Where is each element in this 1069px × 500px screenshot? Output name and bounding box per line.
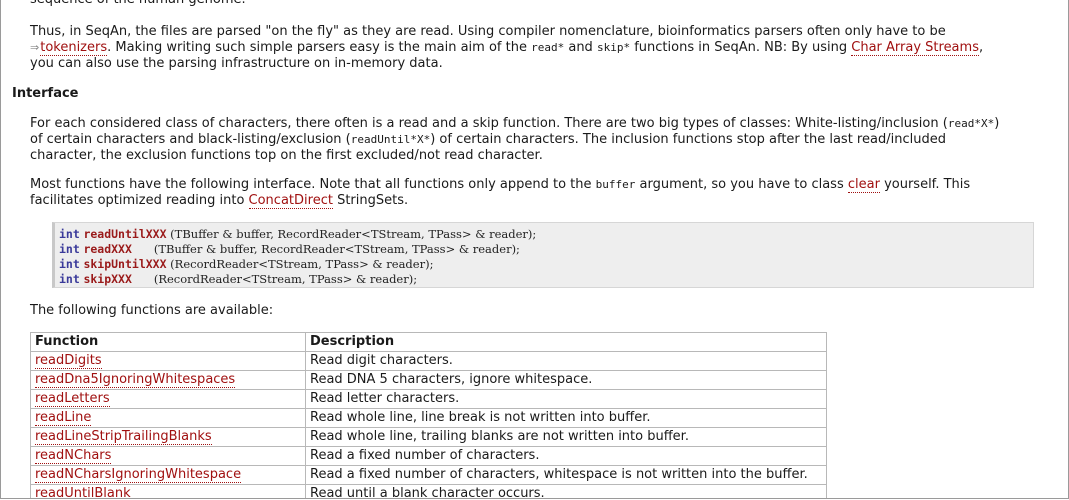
code-function-name: readUntilXXX	[83, 227, 167, 241]
link-char-array-streams[interactable]: Char Array Streams	[851, 40, 979, 56]
link-clear[interactable]: clear	[847, 177, 880, 193]
paragraph-text: yourself. This	[879, 177, 971, 192]
paragraph-text: StringSets.	[332, 193, 409, 208]
table-row: readNChars Read a fixed number of charac…	[30, 446, 827, 466]
code-function-name: readXXX	[83, 242, 132, 256]
paragraph-text: . Making writing such simple parsers eas…	[107, 40, 532, 55]
table-row: readUntilBlank Read until a blank charac…	[30, 484, 827, 498]
description-cell: Read whole line, trailing blanks are not…	[305, 427, 827, 447]
paragraph-text: Thus, in SeqAn, the files are parsed "on…	[30, 24, 946, 39]
paragraph-text: functions in SeqAn. NB: By using	[630, 40, 852, 55]
function-link[interactable]: readDigits	[35, 353, 102, 369]
description-cell: Read a fixed number of characters, white…	[305, 465, 827, 485]
column-header-function: Function	[30, 332, 306, 352]
code-line: int readXXX (TBuffer & buffer, RecordRea…	[59, 242, 1033, 257]
table-row: readDna5IgnoringWhitespaces Read DNA 5 c…	[30, 370, 827, 390]
paragraph-text: character, the exclusion functions top o…	[30, 148, 543, 163]
document-frame: sequence of the human genome. Thus, in S…	[0, 0, 1069, 499]
function-cell: readUntilBlank	[30, 484, 306, 498]
paragraph-text: you can also use the parsing infrastruct…	[30, 56, 443, 71]
functions-table: Function Description readDigits Read dig…	[30, 332, 827, 498]
code-keyword: int	[59, 227, 80, 241]
column-header-description: Description	[305, 332, 827, 352]
paragraph-text: For each considered class of characters,…	[30, 116, 948, 131]
paragraph-text: and	[564, 40, 597, 55]
paragraph-parsing-intro: Thus, in SeqAn, the files are parsed "on…	[30, 24, 1060, 72]
description-cell: Read letter characters.	[305, 389, 827, 409]
link-tokenizers[interactable]: tokenizers	[40, 40, 108, 56]
function-link[interactable]: readDna5IgnoringWhitespaces	[35, 372, 236, 388]
code-signature: (TBuffer & buffer, RecordReader<TStream,…	[131, 242, 520, 256]
function-link[interactable]: readNCharsIgnoringWhitespace	[35, 467, 242, 483]
paragraph-functions-available: The following functions are available:	[30, 303, 274, 318]
paragraph-text: Most functions have the following interf…	[30, 177, 596, 192]
description-cell: Read until a blank character occurs.	[305, 484, 827, 498]
inline-code: skip*	[596, 41, 631, 54]
code-line: int skipUntilXXX (RecordReader<TStream, …	[59, 257, 1033, 272]
function-cell: readLine	[30, 408, 306, 428]
table-row: readDigits Read digit characters.	[30, 351, 827, 371]
section-heading-interface: Interface	[12, 86, 79, 101]
code-function-name: skipUntilXXX	[83, 257, 167, 271]
paragraph-text: argument, so you have to class	[635, 177, 848, 192]
link-concat-direct[interactable]: ConcatDirect	[248, 193, 333, 209]
inline-code: readUntil*X*	[350, 133, 431, 146]
function-cell: readLineStripTrailingBlanks	[30, 427, 306, 447]
function-cell: readNChars	[30, 446, 306, 466]
paragraph-text: facilitates optimized reading into	[30, 193, 249, 208]
description-cell: Read DNA 5 characters, ignore whitespace…	[305, 370, 827, 390]
paragraph-class-types: For each considered class of characters,…	[30, 116, 1060, 164]
table-header-row: Function Description	[30, 332, 827, 352]
function-cell: readLetters	[30, 389, 306, 409]
external-link-icon: ⇒	[30, 41, 40, 54]
code-signature: (RecordReader<TStream, TPass> & reader);	[166, 257, 434, 271]
function-link[interactable]: readLine	[35, 410, 92, 426]
code-signature: (TBuffer & buffer, RecordReader<TStream,…	[166, 227, 537, 241]
description-cell: Read whole line, line break is not writt…	[305, 408, 827, 428]
description-cell: Read digit characters.	[305, 351, 827, 371]
function-cell: readNCharsIgnoringWhitespace	[30, 465, 306, 485]
table-row: readNCharsIgnoringWhitespace Read a fixe…	[30, 465, 827, 485]
paragraph-text: )	[994, 116, 1000, 131]
inline-code: read*X*	[947, 117, 995, 130]
top-fragment-text: sequence of the human genome.	[30, 0, 246, 8]
table-row: readLine Read whole line, line break is …	[30, 408, 827, 428]
table-row: readLetters Read letter characters.	[30, 389, 827, 409]
paragraph-text: of certain characters and black-listing/…	[30, 132, 351, 147]
function-link[interactable]: readLineStripTrailingBlanks	[35, 429, 212, 445]
code-function-name: skipXXX	[83, 272, 132, 286]
code-block: int readUntilXXX (TBuffer & buffer, Reco…	[52, 222, 1034, 288]
code-line: int readUntilXXX (TBuffer & buffer, Reco…	[59, 227, 1033, 242]
code-keyword: int	[59, 242, 80, 256]
paragraph-function-interface: Most functions have the following interf…	[30, 177, 1060, 209]
function-link[interactable]: readNChars	[35, 448, 112, 464]
function-link[interactable]: readUntilBlank	[35, 486, 131, 498]
code-keyword: int	[59, 272, 80, 286]
paragraph-text: ,	[978, 40, 984, 55]
code-line: int skipXXX (RecordReader<TStream, TPass…	[59, 272, 1033, 287]
function-cell: readDna5IgnoringWhitespaces	[30, 370, 306, 390]
paragraph-text: ) of certain characters. The inclusion f…	[430, 132, 946, 147]
inline-code: read*	[531, 41, 565, 54]
inline-code: buffer	[595, 178, 636, 191]
function-link[interactable]: readLetters	[35, 391, 110, 407]
table-row: readLineStripTrailingBlanks Read whole l…	[30, 427, 827, 447]
code-signature: (RecordReader<TStream, TPass> & reader);	[131, 272, 418, 286]
code-keyword: int	[59, 257, 80, 271]
description-cell: Read a fixed number of characters.	[305, 446, 827, 466]
function-cell: readDigits	[30, 351, 306, 371]
